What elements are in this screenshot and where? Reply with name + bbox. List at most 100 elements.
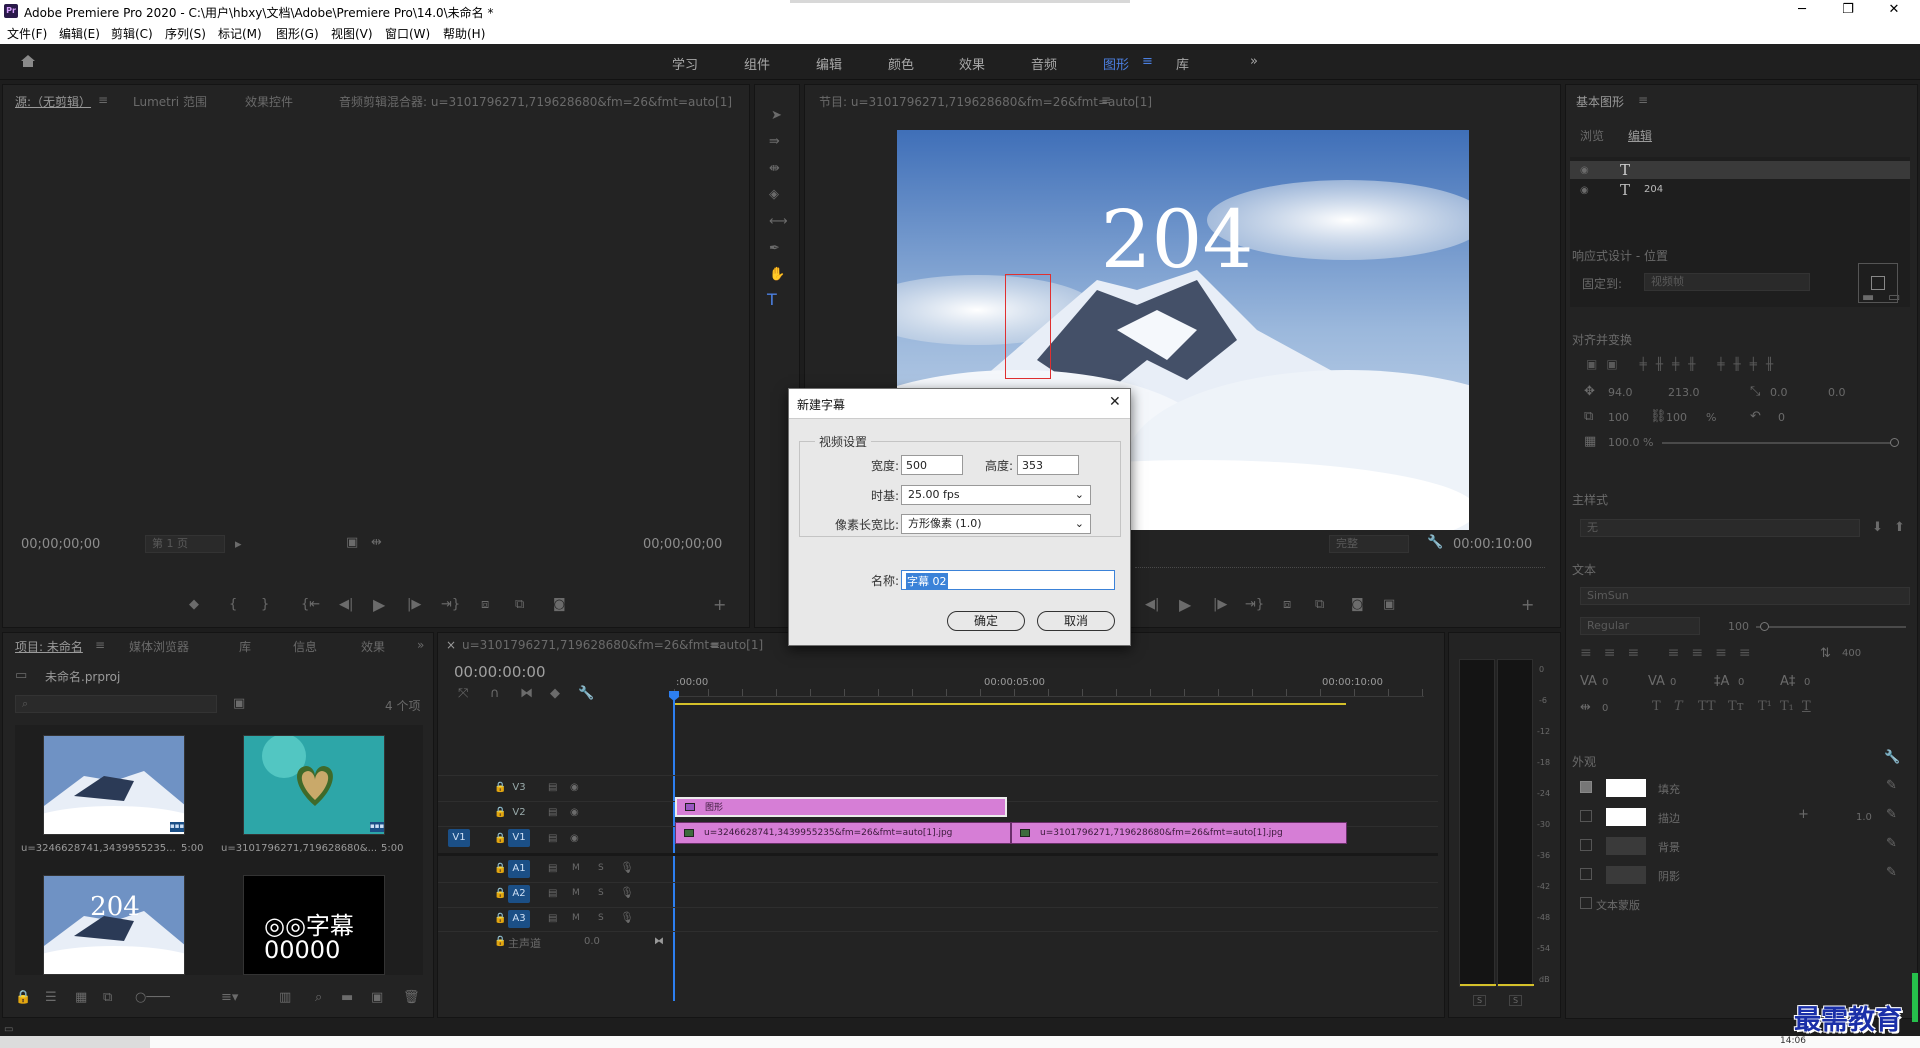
track-select-tool-icon[interactable]: ⇛ <box>769 135 780 148</box>
project-item-thumb[interactable]: ▪▪▪ <box>243 735 385 835</box>
solo-left-button[interactable]: S <box>1473 995 1487 1006</box>
all-caps-button[interactable]: TT <box>1698 699 1716 714</box>
zoom-slider-icon[interactable]: ○─── <box>135 991 170 1004</box>
width-input[interactable] <box>901 455 963 475</box>
font-size-slider-handle[interactable] <box>1760 622 1769 631</box>
tab-lumetri-scopes[interactable]: Lumetri 范围 <box>133 93 207 110</box>
source-timecode-right[interactable]: 00;00;00;00 <box>643 537 722 552</box>
prog-go-to-out-icon[interactable]: ⇥} <box>1245 598 1264 611</box>
menu-clip[interactable]: 剪辑(C) <box>111 25 153 42</box>
layer-row[interactable]: ◉ T 204 <box>1570 181 1910 199</box>
paragraph-align-buttons[interactable]: ≡≡≡ ≡≡≡≡ <box>1580 645 1810 661</box>
new-bin-from-search-icon[interactable]: ▣ <box>233 697 245 710</box>
pin-position-widget[interactable] <box>1858 263 1898 303</box>
wrench-icon[interactable]: 🔧 <box>1427 536 1443 549</box>
eg-scrollbar[interactable] <box>1912 973 1918 1029</box>
anchor-y-value[interactable]: 0.0 <box>1828 386 1846 399</box>
tab-info[interactable]: 信息 <box>293 638 317 655</box>
prog-play-icon[interactable]: ▶ <box>1179 597 1191 613</box>
menu-edit[interactable]: 编辑(E) <box>59 25 100 42</box>
type-tool-icon[interactable]: T <box>767 292 777 308</box>
sync-lock-icon[interactable]: ▤ <box>548 806 557 819</box>
pixel-aspect-dropdown[interactable]: 方形像素 (1.0) ⌄ <box>901 514 1091 534</box>
cancel-button[interactable]: 取消 <box>1037 611 1115 631</box>
selection-tool-icon[interactable]: ➤ <box>771 109 782 122</box>
track-lock-icon[interactable]: 🔒 <box>494 935 506 948</box>
track-label-a1[interactable]: A1 <box>508 860 530 878</box>
fill-color-swatch[interactable] <box>1606 779 1646 797</box>
name-input-selected-text[interactable]: 字幕 02 <box>906 573 948 589</box>
step-forward-icon[interactable]: |▶ <box>407 598 421 611</box>
faux-italic-button[interactable]: T <box>1674 699 1683 714</box>
freeform-view-icon[interactable]: ⧉ <box>103 991 112 1004</box>
new-bin-icon[interactable]: ▬ <box>341 991 353 1004</box>
tab-source[interactable]: 源:（无剪辑） <box>15 93 91 110</box>
lift-icon[interactable]: ⧈ <box>1283 598 1291 611</box>
overwrite-icon[interactable]: ⧉ <box>515 598 524 611</box>
timeline-close-icon[interactable]: × <box>446 638 456 652</box>
step-back-icon[interactable]: ◀| <box>339 598 353 611</box>
go-to-end-icon[interactable]: ⧓ <box>654 935 664 948</box>
font-style-buttons[interactable]: T T TT Tᴛ T¹ T₁ T <box>1652 699 1892 715</box>
scale-height-value[interactable]: 100 <box>1666 411 1687 424</box>
subscript-button[interactable]: T₁ <box>1780 699 1794 714</box>
fit-dropdown[interactable]: 完整 <box>1329 535 1409 553</box>
timeline-menu-icon[interactable]: ≡ <box>710 638 720 652</box>
font-dropdown[interactable]: SimSun <box>1580 587 1910 605</box>
push-style-icon[interactable]: ⬇ <box>1872 521 1883 534</box>
go-to-in-icon[interactable]: {⇤ <box>301 598 320 611</box>
insert-icon[interactable]: ⧈ <box>481 598 489 611</box>
ripple-edit-tool-icon[interactable]: ⇼ <box>769 162 780 175</box>
new-item-icon[interactable]: ▣ <box>371 991 383 1004</box>
playhead[interactable] <box>673 691 675 1001</box>
snap-icon[interactable]: ∩ <box>490 687 514 700</box>
track-lock-icon[interactable]: 🔒 <box>494 832 506 845</box>
menu-graphics[interactable]: 图形(G) <box>276 25 319 42</box>
voiceover-mic-icon[interactable]: 🎙 <box>620 911 634 924</box>
voiceover-mic-icon[interactable]: 🎙 <box>620 861 634 874</box>
faux-bold-button[interactable]: T <box>1652 699 1661 714</box>
background-checkbox[interactable] <box>1580 839 1592 851</box>
restore-button[interactable]: ❐ <box>1828 2 1868 20</box>
workspace-assembly[interactable]: 组件 <box>744 54 770 73</box>
height-input[interactable] <box>1017 455 1079 475</box>
home-icon[interactable] <box>20 54 36 68</box>
tab-effects[interactable]: 效果 <box>361 638 385 655</box>
image-clip-v1-1[interactable]: u=3246628741,3439955235&fm=26&fmt=auto[1… <box>675 822 1011 844</box>
timeline-settings-icon[interactable]: 🔧 <box>578 687 608 700</box>
pin-to-dropdown[interactable]: 视频帧 <box>1644 273 1810 291</box>
mute-icon[interactable]: M <box>572 912 580 925</box>
timeline-tools-row[interactable]: ⤧ ∩ ⧓ ◆ 🔧 <box>458 687 618 701</box>
tab-media-browser[interactable]: 媒体浏览器 <box>129 638 189 655</box>
project-more-icon[interactable]: » <box>417 638 424 652</box>
track-label-v1[interactable]: V1 <box>508 829 530 847</box>
sync-lock-icon[interactable]: ▤ <box>548 912 557 925</box>
superscript-button[interactable]: T¹ <box>1758 699 1772 714</box>
track-label-a3[interactable]: A3 <box>508 910 530 928</box>
time-ruler[interactable] <box>674 689 1424 697</box>
menu-sequence[interactable]: 序列(S) <box>165 25 206 42</box>
font-size-value[interactable]: 100 <box>1728 620 1749 633</box>
font-style-dropdown[interactable]: Regular <box>1580 617 1700 635</box>
mute-icon[interactable]: M <box>572 887 580 900</box>
workspace-editing[interactable]: 编辑 <box>816 54 842 73</box>
pull-style-icon[interactable]: ⬆ <box>1894 521 1905 534</box>
mark-out-icon[interactable]: } <box>261 598 269 611</box>
menu-help[interactable]: 帮助(H) <box>443 25 485 42</box>
go-to-out-icon[interactable]: ⇥} <box>441 598 460 611</box>
stroke-checkbox[interactable] <box>1580 810 1592 822</box>
solo-icon[interactable]: S <box>598 862 604 875</box>
tab-effect-controls[interactable]: 效果控件 <box>245 93 293 110</box>
leading-value[interactable]: 0 <box>1738 677 1744 688</box>
extract-icon[interactable]: ⧉ <box>1315 598 1324 611</box>
graphic-clip-v2[interactable]: 图形 <box>675 797 1007 817</box>
layer-row[interactable]: ◉ T <box>1570 161 1910 179</box>
kerning-value[interactable]: 0 <box>1602 677 1608 688</box>
track-lock-icon[interactable]: 🔒 <box>494 781 506 794</box>
baseline-value[interactable]: 0 <box>1804 677 1810 688</box>
menu-view[interactable]: 视图(V) <box>331 25 373 42</box>
source-patch-v1[interactable]: V1 <box>448 829 470 847</box>
workspace-menu-icon[interactable]: ≡ <box>1142 54 1153 69</box>
prog-step-forward-icon[interactable]: |▶ <box>1213 598 1227 611</box>
project-panel-menu-icon[interactable]: ≡ <box>95 638 105 652</box>
